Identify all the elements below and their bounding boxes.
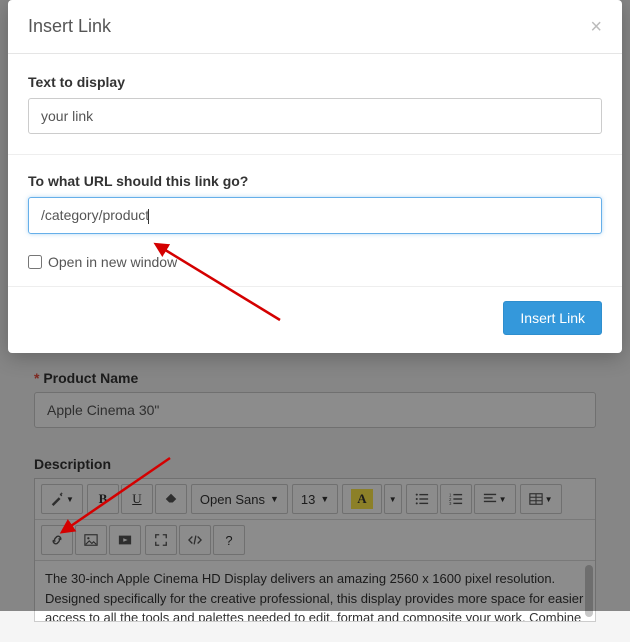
open-new-window-checkbox[interactable]: [28, 255, 42, 269]
url-input[interactable]: /category/product: [28, 197, 602, 234]
modal-title: Insert Link: [28, 16, 111, 37]
divider: [8, 154, 622, 155]
text-to-display-input[interactable]: [28, 98, 602, 134]
close-button[interactable]: ×: [590, 17, 602, 37]
insert-link-modal: Insert Link × Text to display To what UR…: [8, 0, 622, 353]
open-new-window-label: Open in new window: [48, 254, 177, 270]
text-to-display-label: Text to display: [28, 74, 602, 90]
modal-header: Insert Link ×: [8, 0, 622, 54]
close-icon: ×: [590, 16, 602, 38]
insert-link-button[interactable]: Insert Link: [503, 301, 602, 335]
url-label: To what URL should this link go?: [28, 173, 602, 189]
